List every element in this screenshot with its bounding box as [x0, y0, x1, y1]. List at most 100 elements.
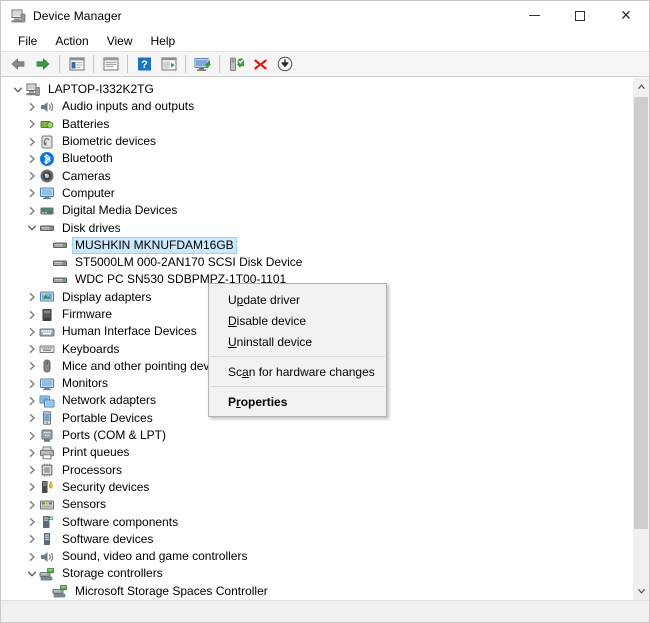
show-hide-action-pane-button[interactable]	[157, 53, 180, 75]
tree-node[interactable]: ST5000LM 000-2AN170 SCSI Disk Device	[1, 254, 632, 271]
back-button[interactable]	[7, 53, 30, 75]
chevron-right-icon[interactable]	[25, 479, 39, 495]
tree-node[interactable]: Software components	[1, 513, 632, 530]
chevron-right-icon[interactable]	[25, 428, 39, 444]
chevron-right-icon[interactable]	[25, 393, 39, 409]
minimize-button[interactable]	[511, 1, 557, 31]
scroll-up-button[interactable]	[633, 78, 649, 95]
tree-node[interactable]: Bluetooth	[1, 150, 632, 167]
context-menu[interactable]: Update driver Disable device Uninstall dev…	[208, 283, 387, 417]
chevron-right-icon[interactable]	[25, 289, 39, 305]
chevron-right-icon[interactable]	[25, 99, 39, 115]
help-button[interactable]: ?	[133, 53, 156, 75]
tree-node[interactable]: Computer	[1, 185, 632, 202]
tree-node-label: MUSHKIN MKNUFDAM16GB	[72, 236, 237, 254]
menu-help[interactable]: Help	[142, 32, 185, 51]
menu-view[interactable]: View	[98, 32, 142, 51]
storage-controller-icon	[52, 583, 68, 599]
chevron-right-icon[interactable]	[25, 497, 39, 513]
tree-node[interactable]: Biometric devices	[1, 133, 632, 150]
chevron-right-icon[interactable]	[25, 203, 39, 219]
close-icon: ✕	[620, 7, 632, 24]
chevron-right-icon[interactable]	[25, 341, 39, 357]
properties-button[interactable]	[99, 53, 122, 75]
ctx-disable-device[interactable]: Disable device	[209, 310, 386, 331]
chevron-right-icon[interactable]	[25, 445, 39, 461]
tree-node[interactable]: Ports (COM & LPT)	[1, 427, 632, 444]
tree-node[interactable]: Digital Media Devices	[1, 202, 632, 219]
disable-device-button[interactable]	[273, 53, 296, 75]
tree-node[interactable]: Security devices	[1, 479, 632, 496]
chevron-right-icon[interactable]	[25, 168, 39, 184]
software-component-icon	[39, 514, 55, 530]
tree-node[interactable]: Print queues	[1, 444, 632, 461]
tree-node[interactable]: Sensors	[1, 496, 632, 513]
ctx-separator-2	[210, 386, 385, 387]
menu-action[interactable]: Action	[46, 32, 97, 51]
ctx-scan-for-hardware-changes[interactable]: Scan for hardware changes	[209, 361, 386, 382]
disk-drive-icon	[39, 220, 55, 236]
chevron-down-icon[interactable]	[25, 566, 39, 582]
forward-button[interactable]	[31, 53, 54, 75]
hid-icon	[39, 324, 55, 340]
network-adapter-icon	[39, 393, 55, 409]
chevron-right-icon[interactable]	[25, 514, 39, 530]
close-button[interactable]: ✕	[603, 1, 649, 31]
toolbar: ?	[1, 52, 649, 77]
ctx-uninstall-device[interactable]: Uninstall device	[209, 331, 386, 352]
scroll-down-button[interactable]	[633, 583, 649, 600]
tree-node-label: Mice and other pointing devices	[62, 358, 231, 373]
tree-node-label: Network adapters	[62, 393, 157, 408]
chevron-right-icon[interactable]	[25, 134, 39, 150]
portable-device-icon	[39, 410, 55, 426]
vertical-scrollbar[interactable]	[632, 78, 649, 600]
tree-node[interactable]: LAPTOP-I332K2TG	[1, 81, 632, 98]
tree-node[interactable]: Software devices	[1, 531, 632, 548]
device-manager-window: Device Manager ✕ File Action View Help ?…	[0, 0, 650, 623]
uninstall-device-button[interactable]	[249, 53, 272, 75]
tree-node[interactable]: Microsoft Storage Spaces Controller	[1, 583, 632, 600]
menu-file[interactable]: File	[9, 32, 46, 51]
scrollbar-track[interactable]	[633, 95, 649, 583]
chevron-down-icon[interactable]	[11, 82, 25, 98]
tree-node[interactable]: Cameras	[1, 167, 632, 184]
chevron-right-icon[interactable]	[25, 307, 39, 323]
chevron-right-icon[interactable]	[25, 324, 39, 340]
chevron-right-icon[interactable]	[25, 549, 39, 565]
tree-node-label: ST5000LM 000-2AN170 SCSI Disk Device	[75, 255, 303, 270]
tree-node[interactable]: Storage controllers	[1, 565, 632, 582]
tree-node-label: Processors	[62, 462, 123, 477]
disk-drive-icon	[52, 255, 68, 271]
tree-node[interactable]: Disk drives	[1, 219, 632, 236]
chevron-right-icon[interactable]	[25, 462, 39, 478]
chevron-right-icon[interactable]	[25, 410, 39, 426]
tree-node-label: Biometric devices	[62, 134, 157, 149]
tree-node[interactable]: MUSHKIN MKNUFDAM16GB	[1, 236, 632, 254]
chevron-right-icon[interactable]	[25, 376, 39, 392]
tree-node[interactable]: Batteries	[1, 116, 632, 133]
show-hide-console-tree-button[interactable]	[65, 53, 88, 75]
security-device-icon	[39, 479, 55, 495]
update-driver-button[interactable]	[225, 53, 248, 75]
tree-node-label: Digital Media Devices	[62, 203, 178, 218]
chevron-down-icon[interactable]	[25, 220, 39, 236]
toolbar-separator-5	[219, 55, 220, 73]
fingerprint-icon	[39, 134, 55, 150]
tree-node[interactable]: Processors	[1, 462, 632, 479]
ctx-update-driver[interactable]: Update driver	[209, 289, 386, 310]
chevron-right-icon[interactable]	[25, 358, 39, 374]
chevron-right-icon[interactable]	[25, 116, 39, 132]
tree-node-label: Monitors	[62, 376, 109, 391]
chevron-right-icon[interactable]	[25, 151, 39, 167]
maximize-button[interactable]	[557, 1, 603, 31]
title-bar[interactable]: Device Manager ✕	[1, 1, 649, 31]
chevron-right-icon[interactable]	[25, 531, 39, 547]
tree-node[interactable]: Sound, video and game controllers	[1, 548, 632, 565]
chevron-right-icon[interactable]	[25, 185, 39, 201]
tree-node[interactable]: Audio inputs and outputs	[1, 98, 632, 115]
monitor-icon	[39, 185, 55, 201]
tree-node-label: Display adapters	[62, 289, 152, 304]
scrollbar-thumb[interactable]	[634, 97, 648, 529]
scan-for-hardware-changes-button[interactable]	[191, 53, 214, 75]
ctx-properties[interactable]: Properties	[209, 391, 386, 412]
